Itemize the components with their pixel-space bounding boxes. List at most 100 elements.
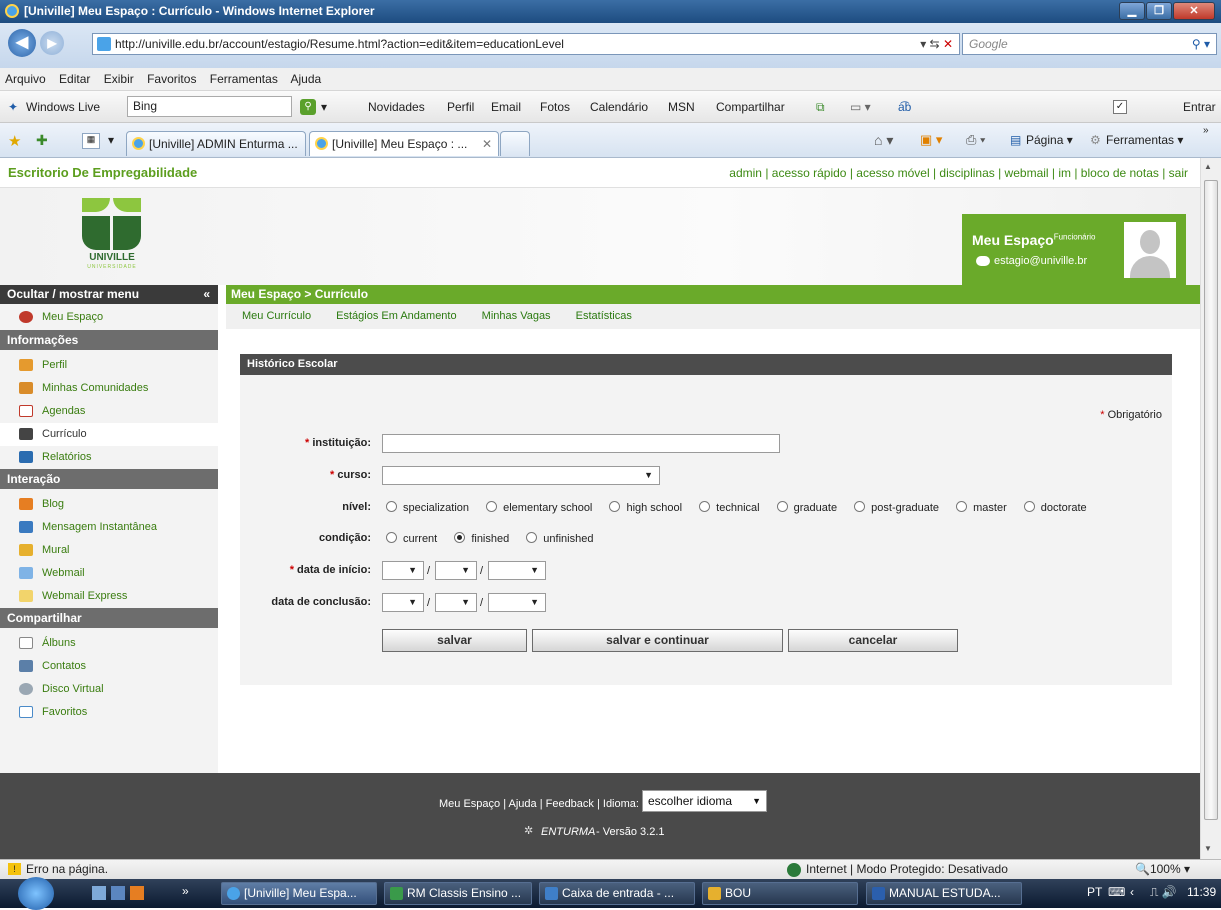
- sidebar-item-albuns[interactable]: Álbuns: [0, 632, 218, 655]
- subnav-minhas-vagas[interactable]: Minhas Vagas: [482, 310, 551, 322]
- sidebar-item-favoritos[interactable]: Favoritos: [0, 701, 218, 724]
- live-link-calendario[interactable]: Calendário: [590, 91, 648, 123]
- live-link-perfil[interactable]: Perfil: [447, 91, 474, 123]
- forward-button[interactable]: ▶: [40, 31, 64, 55]
- quicklaunch-desktop-icon[interactable]: [92, 886, 106, 900]
- translate-icon[interactable]: a͡b: [898, 91, 911, 123]
- taskbar-item-rm-classis[interactable]: RM Classis Ensino ...: [384, 882, 532, 905]
- site-name[interactable]: Escritorio De Empregabilidade: [8, 165, 197, 180]
- condition-option-current[interactable]: current: [386, 532, 437, 545]
- network-volume-icons[interactable]: ⎍ 🔊: [1150, 885, 1177, 900]
- level-option-technical[interactable]: technical: [699, 501, 760, 514]
- clock[interactable]: 11:39: [1187, 885, 1216, 899]
- feeds-icon[interactable]: ▣ ▾: [920, 132, 942, 148]
- live-link-email[interactable]: Email: [491, 91, 521, 123]
- start-year-select[interactable]: ▼: [488, 561, 546, 580]
- favorites-star-icon[interactable]: ★: [8, 132, 21, 150]
- live-link-compartilhar[interactable]: Compartilhar: [716, 91, 785, 123]
- menu-ajuda[interactable]: Ajuda: [291, 72, 322, 86]
- subnav-estagios[interactable]: Estágios Em Andamento: [336, 310, 456, 322]
- zoom-level[interactable]: 🔍100% ▾: [1135, 860, 1190, 879]
- level-option-post-graduate[interactable]: post-graduate: [854, 501, 939, 514]
- end-month-select[interactable]: ▼: [435, 593, 477, 612]
- search-input[interactable]: Google ⚲ ▾: [962, 33, 1217, 55]
- course-select[interactable]: ▼: [382, 466, 660, 485]
- level-option-master[interactable]: master: [956, 501, 1007, 514]
- scroll-down-icon[interactable]: ▼: [1204, 844, 1212, 853]
- sidebar-item-webmail-express[interactable]: Webmail Express: [0, 585, 218, 608]
- condition-option-finished[interactable]: finished: [454, 532, 509, 545]
- sidebar-item-webmail[interactable]: Webmail: [0, 562, 218, 585]
- footer-links[interactable]: Meu Espaço | Ajuda | Feedback | Idioma:: [439, 798, 639, 810]
- menu-favoritos[interactable]: Favoritos: [147, 72, 196, 86]
- search-icon[interactable]: ⚲ ▾: [1192, 34, 1210, 54]
- quick-tabs-icon[interactable]: ▦: [82, 133, 100, 149]
- enturma-brand[interactable]: ENTURMA: [541, 826, 595, 838]
- top-links[interactable]: admin | acesso rápido | acesso móvel | d…: [729, 166, 1188, 180]
- level-option-elementary[interactable]: elementary school: [486, 501, 592, 514]
- sidebar-item-agendas[interactable]: Agendas: [0, 400, 218, 423]
- start-month-select[interactable]: ▼: [435, 561, 477, 580]
- close-tab-icon[interactable]: ✕: [482, 132, 492, 156]
- menu-arquivo[interactable]: Arquivo: [5, 72, 46, 86]
- print-icon[interactable]: ⎙ ▾: [966, 132, 985, 148]
- tab-meu-espaco[interactable]: [Univille] Meu Espaço : ... ✕: [309, 131, 499, 156]
- bing-search-input[interactable]: Bing: [127, 96, 292, 117]
- scroll-thumb[interactable]: [1204, 180, 1218, 820]
- user-email[interactable]: estagio@univille.br: [994, 255, 1087, 267]
- tray-expand-icon[interactable]: ‹: [1130, 885, 1134, 899]
- back-button[interactable]: ◀: [8, 29, 36, 57]
- home-icon[interactable]: ⌂ ▾: [874, 132, 893, 149]
- taskbar-item-inbox[interactable]: Caixa de entrada - ...: [539, 882, 695, 905]
- univille-logo[interactable]: UNIVILLE UNIVERSIDADE: [82, 198, 142, 270]
- security-zone[interactable]: Internet | Modo Protegido: Desativado: [806, 860, 1008, 879]
- language-indicator[interactable]: PT: [1087, 885, 1102, 899]
- checkbox-icon[interactable]: ✓: [1113, 100, 1127, 114]
- quicklaunch-switch-icon[interactable]: [111, 886, 125, 900]
- sidebar-item-mural[interactable]: Mural: [0, 539, 218, 562]
- url-input[interactable]: http://univille.edu.br/account/estagio/R…: [92, 33, 960, 55]
- taskbar-item-bou[interactable]: BOU: [702, 882, 858, 905]
- subnav-meu-curriculo[interactable]: Meu Currículo: [242, 310, 311, 322]
- condition-option-unfinished[interactable]: unfinished: [526, 532, 593, 545]
- save-button[interactable]: salvar: [382, 629, 527, 652]
- refresh-stop-icons[interactable]: ▾ ⇆ ✕: [920, 34, 953, 54]
- tab-list-icon[interactable]: ▾: [108, 133, 114, 147]
- institution-input[interactable]: [382, 434, 780, 453]
- live-link-novidades[interactable]: Novidades: [368, 91, 425, 123]
- scroll-up-icon[interactable]: ▲: [1204, 162, 1212, 171]
- save-continue-button[interactable]: salvar e continuar: [532, 629, 783, 652]
- user-box-title[interactable]: Meu EspaçoFuncionário: [972, 232, 1096, 248]
- end-year-select[interactable]: ▼: [488, 593, 546, 612]
- level-option-graduate[interactable]: graduate: [776, 501, 837, 514]
- subnav-estatisticas[interactable]: Estatísticas: [576, 310, 632, 322]
- collapse-icon[interactable]: «: [203, 285, 210, 304]
- taskbar-item-ie[interactable]: [Univille] Meu Espa...: [221, 882, 377, 905]
- sidebar-item-meu-espaco[interactable]: Meu Espaço: [0, 304, 218, 330]
- menu-ferramentas[interactable]: Ferramentas: [210, 72, 278, 86]
- cancel-button[interactable]: cancelar: [788, 629, 958, 652]
- warning-icon[interactable]: !: [8, 863, 21, 875]
- new-tab-button[interactable]: [500, 131, 530, 156]
- tools-menu[interactable]: Ferramentas ▾: [1106, 133, 1183, 147]
- sidebar-item-contatos[interactable]: Contatos: [0, 655, 218, 678]
- minimize-button[interactable]: ▁: [1119, 2, 1145, 20]
- level-option-high-school[interactable]: high school: [609, 501, 682, 514]
- close-button[interactable]: ✕: [1173, 2, 1215, 20]
- quicklaunch-more-icon[interactable]: »: [182, 884, 189, 898]
- live-link-msn[interactable]: MSN: [668, 91, 695, 123]
- live-link-fotos[interactable]: Fotos: [540, 91, 570, 123]
- menu-editar[interactable]: Editar: [59, 72, 90, 86]
- chevron-right-icon[interactable]: »: [1203, 125, 1209, 136]
- level-option-doctorate[interactable]: doctorate: [1023, 501, 1087, 514]
- sidebar-item-perfil[interactable]: Perfil: [0, 354, 218, 377]
- page-menu[interactable]: Página ▾: [1026, 133, 1073, 147]
- search-icon[interactable]: ⚲: [300, 99, 316, 115]
- window-icon[interactable]: ▭ ▾: [850, 91, 871, 123]
- toggle-menu-button[interactable]: Ocultar / mostrar menu «: [0, 285, 218, 304]
- avatar[interactable]: [1124, 222, 1176, 278]
- sidebar-item-blog[interactable]: Blog: [0, 493, 218, 516]
- start-button[interactable]: [18, 877, 54, 910]
- language-select[interactable]: escolher idioma ▼: [642, 790, 767, 812]
- dropdown-icon[interactable]: ▾: [321, 91, 327, 123]
